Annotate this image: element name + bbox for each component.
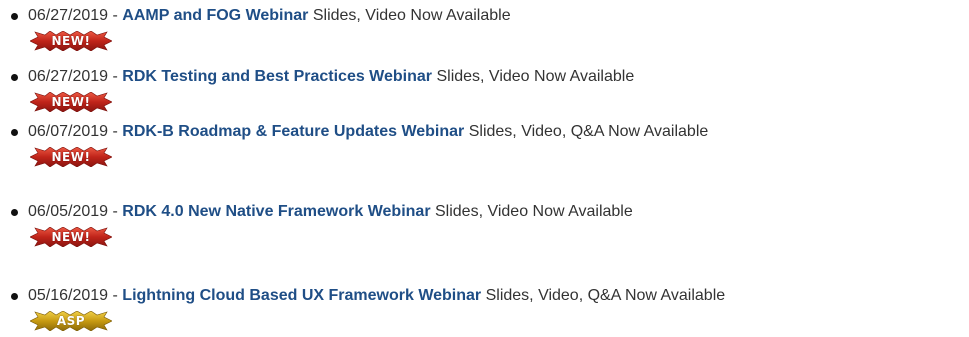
news-line: 06/27/2019 - AAMP and FOG Webinar Slides… bbox=[28, 6, 511, 26]
news-date: 05/16/2019 bbox=[28, 287, 109, 304]
badge-label: NEW! bbox=[51, 95, 91, 109]
news-suffix: Slides, Video, Q&A Now Available bbox=[464, 123, 709, 140]
news-line: 05/16/2019 - Lightning Cloud Based UX Fr… bbox=[28, 286, 725, 306]
asp-badge-icon: ASP bbox=[30, 311, 112, 331]
news-suffix: Slides, Video Now Available bbox=[430, 203, 633, 220]
news-separator: - bbox=[108, 123, 123, 140]
badge-label: NEW! bbox=[51, 34, 91, 48]
new-badge-icon: NEW! bbox=[30, 92, 112, 112]
news-separator: - bbox=[108, 287, 123, 304]
news-title-link[interactable]: Lightning Cloud Based UX Framework Webin… bbox=[122, 287, 481, 304]
news-date: 06/05/2019 bbox=[28, 203, 109, 220]
news-separator: - bbox=[108, 203, 123, 220]
new-badge-icon: NEW! bbox=[30, 227, 112, 247]
news-line: 06/05/2019 - RDK 4.0 New Native Framewor… bbox=[28, 202, 633, 222]
news-line: 06/27/2019 - RDK Testing and Best Practi… bbox=[28, 67, 634, 87]
new-badge-icon: NEW! bbox=[30, 147, 112, 167]
bullet-icon bbox=[11, 209, 18, 216]
bullet-icon bbox=[11, 129, 18, 136]
news-separator: - bbox=[108, 68, 123, 85]
news-suffix: Slides, Video Now Available bbox=[308, 7, 511, 24]
badge-label: ASP bbox=[56, 314, 86, 328]
badge-label: NEW! bbox=[51, 230, 91, 244]
news-date: 06/27/2019 bbox=[28, 7, 109, 24]
news-separator: - bbox=[108, 7, 123, 24]
news-date: 06/07/2019 bbox=[28, 123, 109, 140]
news-title-link[interactable]: AAMP and FOG Webinar bbox=[122, 7, 308, 24]
bullet-icon bbox=[11, 74, 18, 81]
news-suffix: Slides, Video, Q&A Now Available bbox=[481, 287, 726, 304]
news-line: 06/07/2019 - RDK-B Roadmap & Feature Upd… bbox=[28, 122, 708, 142]
news-suffix: Slides, Video Now Available bbox=[432, 68, 635, 85]
bullet-icon bbox=[11, 293, 18, 300]
new-badge-icon: NEW! bbox=[30, 31, 112, 51]
news-date: 06/27/2019 bbox=[28, 68, 109, 85]
badge-label: NEW! bbox=[51, 150, 91, 164]
bullet-icon bbox=[11, 13, 18, 20]
news-title-link[interactable]: RDK 4.0 New Native Framework Webinar bbox=[122, 203, 430, 220]
news-title-link[interactable]: RDK Testing and Best Practices Webinar bbox=[122, 68, 432, 85]
news-title-link[interactable]: RDK-B Roadmap & Feature Updates Webinar bbox=[122, 123, 464, 140]
